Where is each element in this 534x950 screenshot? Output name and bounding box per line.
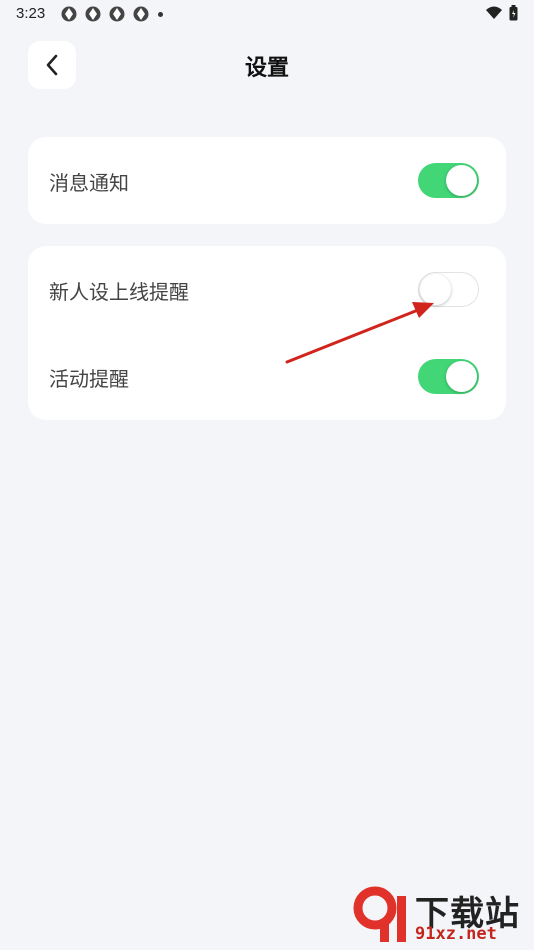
more-notifications-dot bbox=[158, 11, 163, 17]
notification-label: 消息通知 bbox=[49, 171, 129, 195]
setting-row-new-user-online: 新人设上线提醒 bbox=[28, 246, 506, 333]
setting-row-notification: 消息通知 bbox=[28, 137, 506, 224]
activity-reminder-toggle[interactable] bbox=[418, 359, 479, 394]
app-notification-icon bbox=[109, 6, 125, 22]
status-bar: 3:23 bbox=[0, 0, 534, 28]
status-time: 3:23 bbox=[16, 5, 46, 22]
toggle-knob bbox=[446, 165, 477, 196]
notification-icons bbox=[60, 5, 163, 23]
notification-card: 消息通知 bbox=[28, 137, 506, 224]
app-notification-icon bbox=[61, 6, 77, 22]
toggle-knob bbox=[420, 274, 451, 305]
battery-icon bbox=[509, 5, 518, 21]
setting-row-activity-reminder: 活动提醒 bbox=[28, 333, 506, 420]
app-notification-icon bbox=[85, 6, 101, 22]
new-user-online-label: 新人设上线提醒 bbox=[49, 280, 189, 304]
status-right bbox=[485, 5, 518, 21]
notification-toggle[interactable] bbox=[418, 163, 479, 198]
watermark: 下载站 91xz.net bbox=[353, 886, 528, 946]
page-title: 设置 bbox=[244, 56, 289, 81]
toggle-knob bbox=[446, 361, 477, 392]
activity-reminder-label: 活动提醒 bbox=[49, 367, 129, 391]
reminders-card: 新人设上线提醒 活动提醒 bbox=[28, 246, 506, 420]
watermark-domain: 91xz.net bbox=[415, 924, 497, 944]
watermark-logo-icon bbox=[353, 886, 406, 942]
wifi-icon bbox=[486, 6, 502, 19]
new-user-online-toggle[interactable] bbox=[418, 272, 479, 307]
app-notification-icon bbox=[133, 6, 149, 22]
